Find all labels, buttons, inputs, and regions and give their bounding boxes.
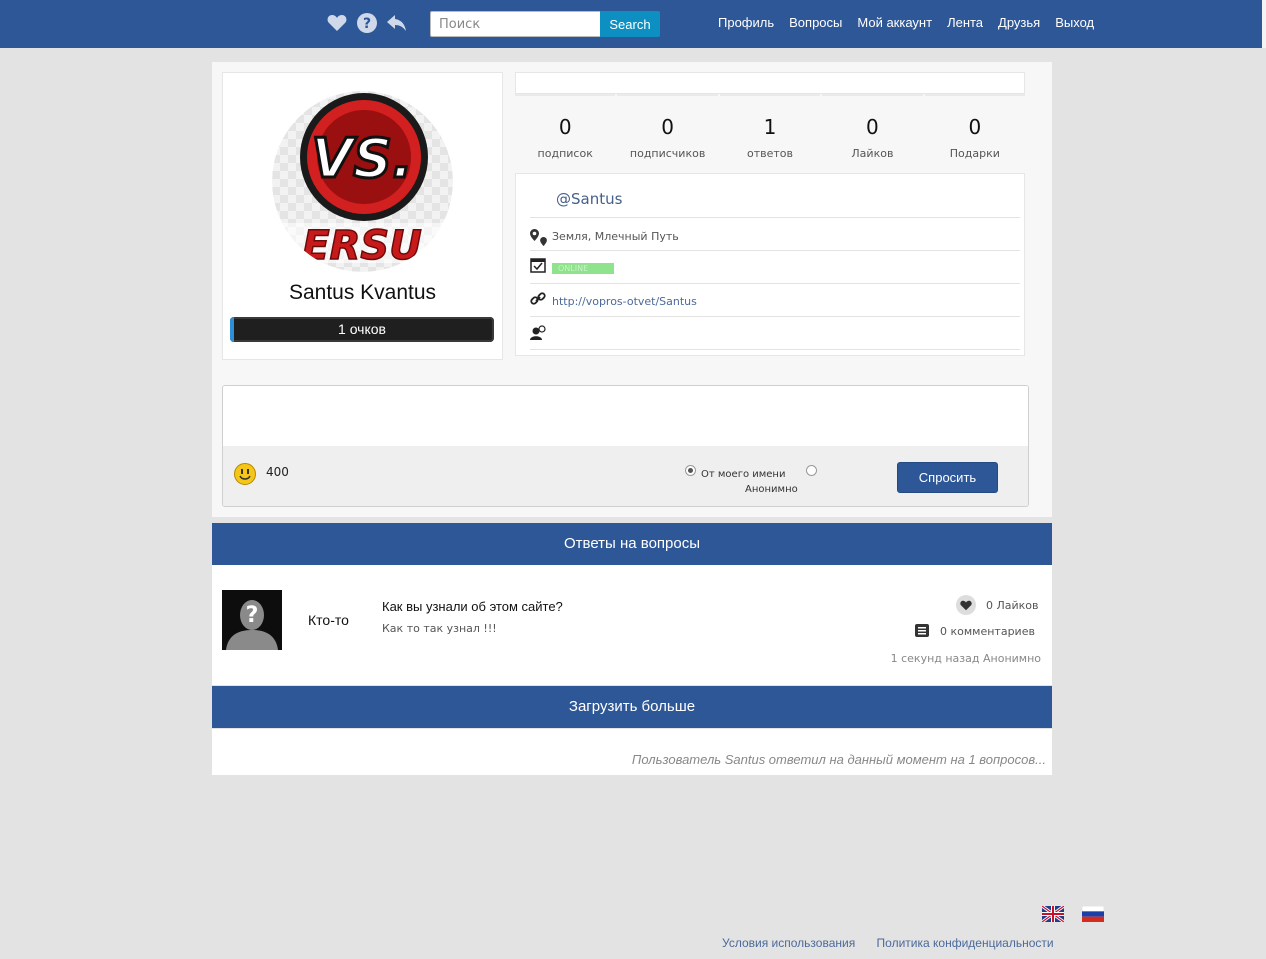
top-navbar: ? Search Профиль Вопросы Мой аккаунт Лен… — [0, 0, 1266, 48]
website-link[interactable]: http://vopros-otvet/Santus — [552, 295, 697, 308]
stat-gifts[interactable]: 0 Подарки — [924, 94, 1026, 170]
coin-count: 400 — [266, 465, 289, 479]
smiley-coin-icon — [234, 463, 256, 485]
search-input[interactable] — [430, 11, 600, 37]
stat-likes[interactable]: 0 Лайков — [822, 94, 923, 170]
stat-value: 0 — [661, 115, 674, 139]
answers-section-header: Ответы на вопросы — [212, 523, 1052, 565]
website-row: http://vopros-otvet/Santus — [530, 284, 1020, 317]
online-badge: ONLINE — [552, 263, 614, 274]
nav-profile[interactable]: Профиль — [718, 15, 774, 30]
footer-links: Условия использования Политика конфиденц… — [704, 936, 1054, 950]
likes-block: 0 Лайков — [956, 595, 1039, 615]
answer-item: ? Кто-то Как вы узнали об этом сайте? Ка… — [212, 565, 1052, 685]
stat-label: ответов — [747, 147, 794, 160]
radio-anonymous-label: Анонимно — [745, 484, 798, 495]
radio-own-name[interactable] — [685, 465, 696, 476]
stat-value: 0 — [558, 115, 572, 139]
profile-username: @Santus — [556, 190, 623, 208]
uk-flag-icon[interactable] — [1041, 904, 1065, 924]
stat-value: 1 — [763, 115, 777, 139]
stat-label: Подарки — [949, 147, 1000, 160]
stat-followers[interactable]: 0 подписчиков — [617, 94, 718, 170]
nav-friends[interactable]: Друзья — [998, 15, 1040, 30]
answers-summary-box: Пользователь Santus ответил на данный мо… — [212, 729, 1052, 775]
anonymous-avatar: ? — [222, 590, 282, 650]
stat-label: Лайков — [851, 147, 894, 160]
points-progress-bar: 1 очков — [230, 317, 494, 342]
user-comment-icon — [530, 325, 546, 345]
help-icon[interactable]: ? — [356, 12, 378, 34]
answer-question-link[interactable]: Как вы узнали об этом сайте? — [382, 599, 563, 614]
about-row — [530, 317, 1020, 350]
comments-count: 0 комментариев — [940, 625, 1035, 638]
search-form: Search — [430, 11, 660, 37]
stat-following[interactable]: 0 подписок — [515, 94, 616, 170]
profile-name: Santus Kvantus — [288, 281, 437, 304]
svg-text:VS.: VS. — [311, 127, 412, 190]
stats-header-strip — [515, 72, 1025, 94]
question-textarea[interactable] — [223, 386, 1028, 446]
location-row: Земля, Млечный Путь — [530, 218, 1020, 251]
comments-list-icon — [915, 622, 929, 641]
comments-block[interactable]: 0 комментариев — [915, 622, 1035, 641]
stat-label: подписчиков — [629, 147, 706, 160]
privacy-link[interactable]: Политика конфиденциальности — [877, 936, 1054, 950]
stat-label: подписок — [537, 147, 593, 160]
ru-flag-icon[interactable] — [1081, 905, 1105, 923]
stat-answers[interactable]: 1 ответов — [719, 94, 821, 170]
load-more-button[interactable]: Загрузить больше — [212, 686, 1052, 728]
calendar-check-icon — [530, 257, 546, 277]
ask-submit-button[interactable]: Спросить — [897, 462, 998, 493]
answer-text: Как то так узнал !!! — [382, 622, 497, 635]
svg-text:?: ? — [363, 16, 371, 32]
profile-info-box: @Santus Земля, Млечный Путь ONLINE http:… — [515, 173, 1025, 356]
radio-anonymous[interactable] — [806, 465, 817, 476]
main-nav: Профиль Вопросы Мой аккаунт Лента Друзья… — [718, 15, 1109, 30]
nav-logout[interactable]: Выход — [1055, 15, 1094, 30]
points-label: 1 очков — [338, 321, 386, 337]
answer-author: Кто-то — [308, 612, 349, 628]
heart-icon[interactable] — [326, 12, 348, 34]
ask-question-box: 400 От моего имени Анонимно Спросить — [222, 385, 1029, 507]
stats-row: 0 подписок 0 подписчиков 1 ответов 0 Лай… — [515, 94, 1026, 170]
location-pin-icon — [530, 226, 539, 245]
stat-value: 0 — [866, 115, 879, 139]
navbar-edge — [1262, 0, 1266, 48]
stat-value: 0 — [968, 115, 982, 139]
location-pin-small-icon — [540, 231, 547, 250]
nav-feed[interactable]: Лента — [947, 15, 983, 30]
nav-questions[interactable]: Вопросы — [789, 15, 842, 30]
svg-text:?: ? — [246, 603, 259, 628]
likes-count: 0 Лайков — [986, 598, 1039, 612]
like-heart-icon[interactable] — [956, 595, 976, 615]
answers-summary-text: Пользователь Santus ответил на данный мо… — [631, 752, 1046, 767]
link-icon — [530, 291, 546, 311]
nav-my-account[interactable]: Мой аккаунт — [857, 15, 932, 30]
location-text: Земля, Млечный Путь — [552, 230, 679, 243]
search-button[interactable]: Search — [600, 11, 660, 37]
back-icon[interactable] — [386, 12, 408, 34]
user-avatar: VS. ERSU — [272, 91, 453, 272]
radio-own-name-label: От моего имени — [701, 469, 786, 480]
answer-timestamp: 1 секунд назад Анонимно — [890, 652, 1041, 665]
ask-footer: 400 От моего имени Анонимно Спросить — [223, 446, 1028, 506]
terms-link[interactable]: Условия использования — [722, 936, 855, 950]
